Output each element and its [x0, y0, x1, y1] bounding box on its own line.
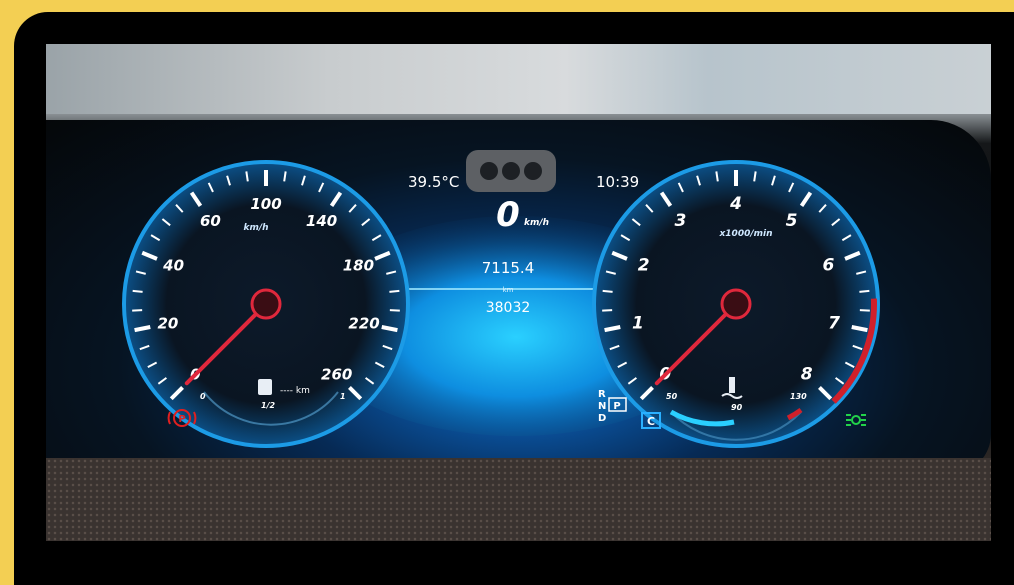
speedometer: 0204060100140180220260 km/h ---- km 0 1/…: [122, 160, 410, 448]
coolant-label-50: 50: [666, 392, 678, 401]
tachometer: 012345678 x1000/min 50 90 130: [592, 160, 880, 448]
coolant-label-130: 130: [790, 392, 807, 401]
svg-text:P: P: [178, 414, 185, 425]
tachometer-label-7: 7: [828, 314, 840, 334]
speedometer-label-100: 100: [250, 195, 281, 213]
tachometer-label-2: 2: [638, 256, 650, 276]
trip-unit: km: [503, 286, 514, 294]
trip-meter: 7115.4: [482, 259, 535, 277]
speedometer-label-40: 40: [162, 257, 184, 275]
speedometer-tick: [132, 289, 143, 293]
drive-mode: C: [647, 415, 655, 428]
coolant-temperature-icon: [729, 377, 735, 393]
fuel-scale-half: 1/2: [261, 401, 275, 410]
tachometer-label-8: 8: [801, 365, 813, 385]
speedometer-label-220: 220: [348, 315, 379, 333]
parking-lights-icon: [846, 414, 866, 426]
speedometer-label-260: 260: [321, 366, 352, 384]
fuel-scale-full: 1: [340, 392, 346, 401]
speedometer-label-20: 20: [157, 315, 178, 333]
tachometer-label-5: 5: [786, 211, 798, 231]
tachometer-tick: [859, 289, 870, 293]
speedometer-label-180: 180: [343, 257, 374, 275]
speedometer-tick: [389, 289, 400, 293]
tachometer-label-6: 6: [822, 256, 834, 276]
rpm-unit-label: x1000/min: [718, 229, 772, 239]
gear-letter-n: N: [598, 401, 606, 412]
tachometer-label-3: 3: [675, 211, 687, 231]
tachometer-tick: [602, 289, 613, 293]
clock: 10:39: [596, 173, 639, 191]
speed-unit-label: km/h: [243, 223, 268, 233]
gear-letter-r: R: [598, 389, 606, 400]
tachometer-label-1: 1: [632, 314, 644, 334]
gear-letter-d: D: [598, 413, 606, 424]
coolant-label-90: 90: [731, 403, 743, 412]
odometer: 38032: [486, 300, 531, 316]
speedometer-label-60: 60: [200, 212, 221, 230]
tachometer-hub: [720, 288, 752, 320]
speedometer-label-140: 140: [306, 212, 337, 230]
digital-speed-unit: km/h: [524, 218, 549, 228]
fuel-range-text: ---- km: [280, 386, 310, 396]
cluster-graphics: 0204060100140180220260 km/h ---- km 0 1/…: [122, 150, 880, 448]
digital-speed: 0: [496, 195, 520, 235]
speedometer-hub: [250, 288, 282, 320]
outside-temperature: 39.5°C: [408, 173, 459, 191]
tachometer-label-4: 4: [729, 194, 742, 214]
gear-selected: P: [613, 401, 620, 412]
dashboard-photo: 0204060100140180220260 km/h ---- km 0 1/…: [46, 44, 991, 541]
fuel-pump-icon: [258, 379, 272, 395]
